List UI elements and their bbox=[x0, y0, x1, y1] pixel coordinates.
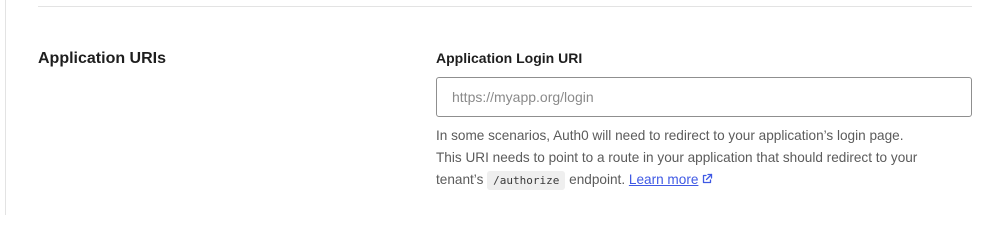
help-line-2: This URI needs to point to a route in yo… bbox=[436, 150, 918, 165]
application-login-uri-input[interactable] bbox=[436, 77, 972, 117]
help-line-3-suffix: endpoint. bbox=[569, 172, 626, 187]
help-line-3: tenant’s /authorize endpoint. Learn more bbox=[436, 169, 976, 192]
application-login-uri-field: Application Login URI In some scenarios,… bbox=[436, 50, 972, 192]
field-help-text: In some scenarios, Auth0 will need to re… bbox=[436, 125, 976, 192]
field-label: Application Login URI bbox=[436, 50, 583, 66]
help-line-1: In some scenarios, Auth0 will need to re… bbox=[436, 128, 904, 143]
authorize-code: /authorize bbox=[487, 171, 566, 190]
help-line-3-prefix: tenant’s bbox=[436, 172, 484, 187]
left-border bbox=[5, 0, 6, 215]
settings-page: Application URIs Application Login URI I… bbox=[0, 0, 991, 215]
learn-more-label: Learn more bbox=[628, 172, 699, 187]
section-divider bbox=[38, 6, 972, 7]
learn-more-link[interactable]: Learn more bbox=[629, 172, 714, 187]
external-link-icon bbox=[703, 173, 713, 184]
section-title: Application URIs bbox=[38, 50, 167, 67]
